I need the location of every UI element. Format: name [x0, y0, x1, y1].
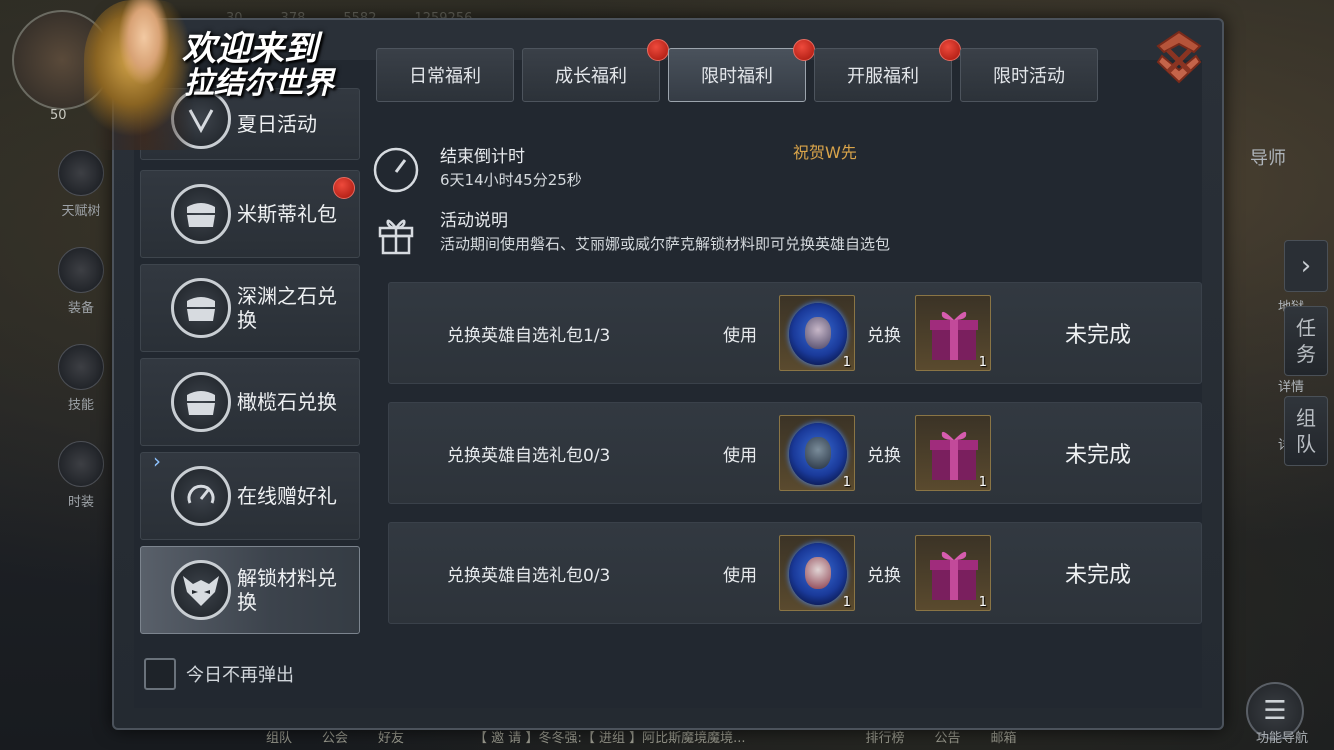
unlock-material-item[interactable]: 1 — [779, 415, 855, 491]
tab-limited-events[interactable]: 限时活动 — [960, 48, 1098, 102]
rail-talent-tree[interactable]: 天赋树 — [58, 150, 104, 219]
rail-fashion[interactable]: 时装 — [58, 441, 104, 510]
unlock-material-item[interactable]: 1 — [779, 295, 855, 371]
exchange-row: 兑换英雄自选礼包0/3 使用 1 兑换 1 未完成 — [388, 402, 1202, 504]
talent-tree-icon — [58, 150, 104, 196]
description-text: 活动期间使用磐石、艾丽娜或威尔萨克解锁材料即可兑换英雄自选包 — [440, 235, 891, 253]
notification-dot-icon — [793, 39, 815, 61]
nav-item-unlock-material-exchange[interactable]: 解锁材料兑换 — [140, 546, 360, 634]
swap-label: 兑换 — [867, 566, 901, 586]
countdown-value: 6天14小时45分25秒 — [440, 171, 582, 189]
nav-item-olivine-exchange[interactable]: 橄榄石兑换 — [140, 358, 360, 446]
demon-mask-icon — [171, 560, 231, 620]
description-block: 活动说明 活动期间使用磐石、艾丽娜或威尔萨克解锁材料即可兑换英雄自选包 — [372, 210, 890, 258]
detail-label: 详情 — [1278, 380, 1305, 395]
gauge-icon — [171, 466, 231, 526]
unlock-material-item[interactable]: 1 — [779, 535, 855, 611]
use-label: 使用 — [723, 326, 757, 346]
dont-show-today[interactable]: 今日不再弹出 — [144, 658, 294, 690]
right-rail: 导师 地狱 详情 详情 › 任务 组队 — [1224, 100, 1334, 660]
item-quantity: 1 — [978, 595, 987, 610]
function-menu-label: 功能导航 — [1255, 731, 1308, 746]
player-level: 50 — [50, 108, 67, 123]
status-label: 未完成 — [1065, 443, 1132, 468]
item-quantity: 1 — [978, 475, 987, 490]
tab-team[interactable]: 组队 — [1284, 396, 1328, 466]
fashion-mask-icon — [58, 441, 104, 487]
hero-pack-item[interactable]: 1 — [915, 295, 991, 371]
chest-icon — [171, 372, 231, 432]
skills-icon — [58, 344, 104, 390]
welcome-line-1: 欢迎来到 — [182, 29, 318, 69]
chest-icon — [171, 184, 231, 244]
chest-icon — [171, 278, 231, 338]
notification-dot-icon — [647, 39, 669, 61]
expand-arrow-button[interactable]: › — [1284, 240, 1328, 292]
gift-box-icon — [930, 551, 978, 600]
item-quantity: 1 — [842, 475, 851, 490]
tab-daily-welfare[interactable]: 日常福利 — [376, 48, 514, 102]
exchange-name: 兑换英雄自选礼包0/3 — [447, 566, 611, 586]
mentor-label: 导师 — [1250, 148, 1286, 169]
hero-orb-icon — [789, 543, 847, 605]
nav-item-online-gifts[interactable]: › 在线赠好礼 — [140, 449, 360, 540]
gift-box-icon — [930, 431, 978, 480]
congrats-ticker: 祝贺W先 — [793, 143, 857, 162]
status-label: 未完成 — [1065, 323, 1132, 348]
menu-icon: ☰ — [1263, 696, 1287, 726]
chevron-right-icon: › — [153, 449, 161, 473]
hero-pack-item[interactable]: 1 — [915, 415, 991, 491]
description-title: 活动说明 — [440, 211, 508, 231]
item-quantity: 1 — [842, 595, 851, 610]
hero-pack-item[interactable]: 1 — [915, 535, 991, 611]
notification-dot-icon — [939, 39, 961, 61]
notification-dot-icon — [333, 177, 355, 199]
welcome-line-2: 拉结尔世界 — [184, 65, 334, 101]
exchange-row: 兑换英雄自选礼包0/3 使用 1 兑换 1 未完成 — [388, 522, 1202, 624]
tab-quests[interactable]: 任务 — [1284, 306, 1328, 376]
tab-growth-welfare[interactable]: 成长福利 — [522, 39, 669, 102]
nav-item-misty-pack[interactable]: 米斯蒂礼包 — [140, 170, 360, 258]
rail-skills[interactable]: 技能 — [58, 344, 104, 413]
status-label: 未完成 — [1065, 563, 1132, 588]
use-label: 使用 — [723, 446, 757, 466]
use-label: 使用 — [723, 566, 757, 586]
timer-icon — [372, 146, 420, 194]
dont-show-label: 今日不再弹出 — [186, 665, 294, 686]
countdown-title: 结束倒计时 — [440, 147, 525, 167]
item-quantity: 1 — [978, 355, 987, 370]
category-tabs: 日常福利 成长福利 限时福利 开服福利 限时活动 — [376, 39, 1098, 102]
tab-limited-welfare[interactable]: 限时福利 — [668, 39, 815, 102]
gift-outline-icon — [372, 210, 420, 258]
exchange-row: 兑换英雄自选礼包1/3 使用 1 兑换 1 未完成 — [388, 282, 1202, 384]
tab-server-launch-welfare[interactable]: 开服福利 — [814, 39, 961, 102]
close-emblem-icon[interactable] — [1146, 24, 1212, 90]
item-quantity: 1 — [842, 355, 851, 370]
gift-box-icon — [930, 311, 978, 360]
equipment-icon — [58, 247, 104, 293]
left-rail: 天赋树 装备 技能 时装 — [48, 150, 114, 510]
exchange-name: 兑换英雄自选礼包0/3 — [447, 446, 611, 466]
dont-show-checkbox[interactable] — [144, 658, 176, 690]
countdown-block: 结束倒计时 6天14小时45分25秒 — [372, 146, 582, 194]
hero-orb-icon — [789, 303, 847, 365]
swap-label: 兑换 — [867, 446, 901, 466]
hero-orb-icon — [789, 423, 847, 485]
exchange-name: 兑换英雄自选礼包1/3 — [447, 326, 611, 346]
rail-equipment[interactable]: 装备 — [58, 247, 104, 316]
swap-label: 兑换 — [867, 326, 901, 346]
welcome-banner: 欢迎来到 拉结尔世界 — [182, 29, 334, 101]
nav-item-abyss-stone-exchange[interactable]: 深渊之石兑换 — [140, 264, 360, 352]
